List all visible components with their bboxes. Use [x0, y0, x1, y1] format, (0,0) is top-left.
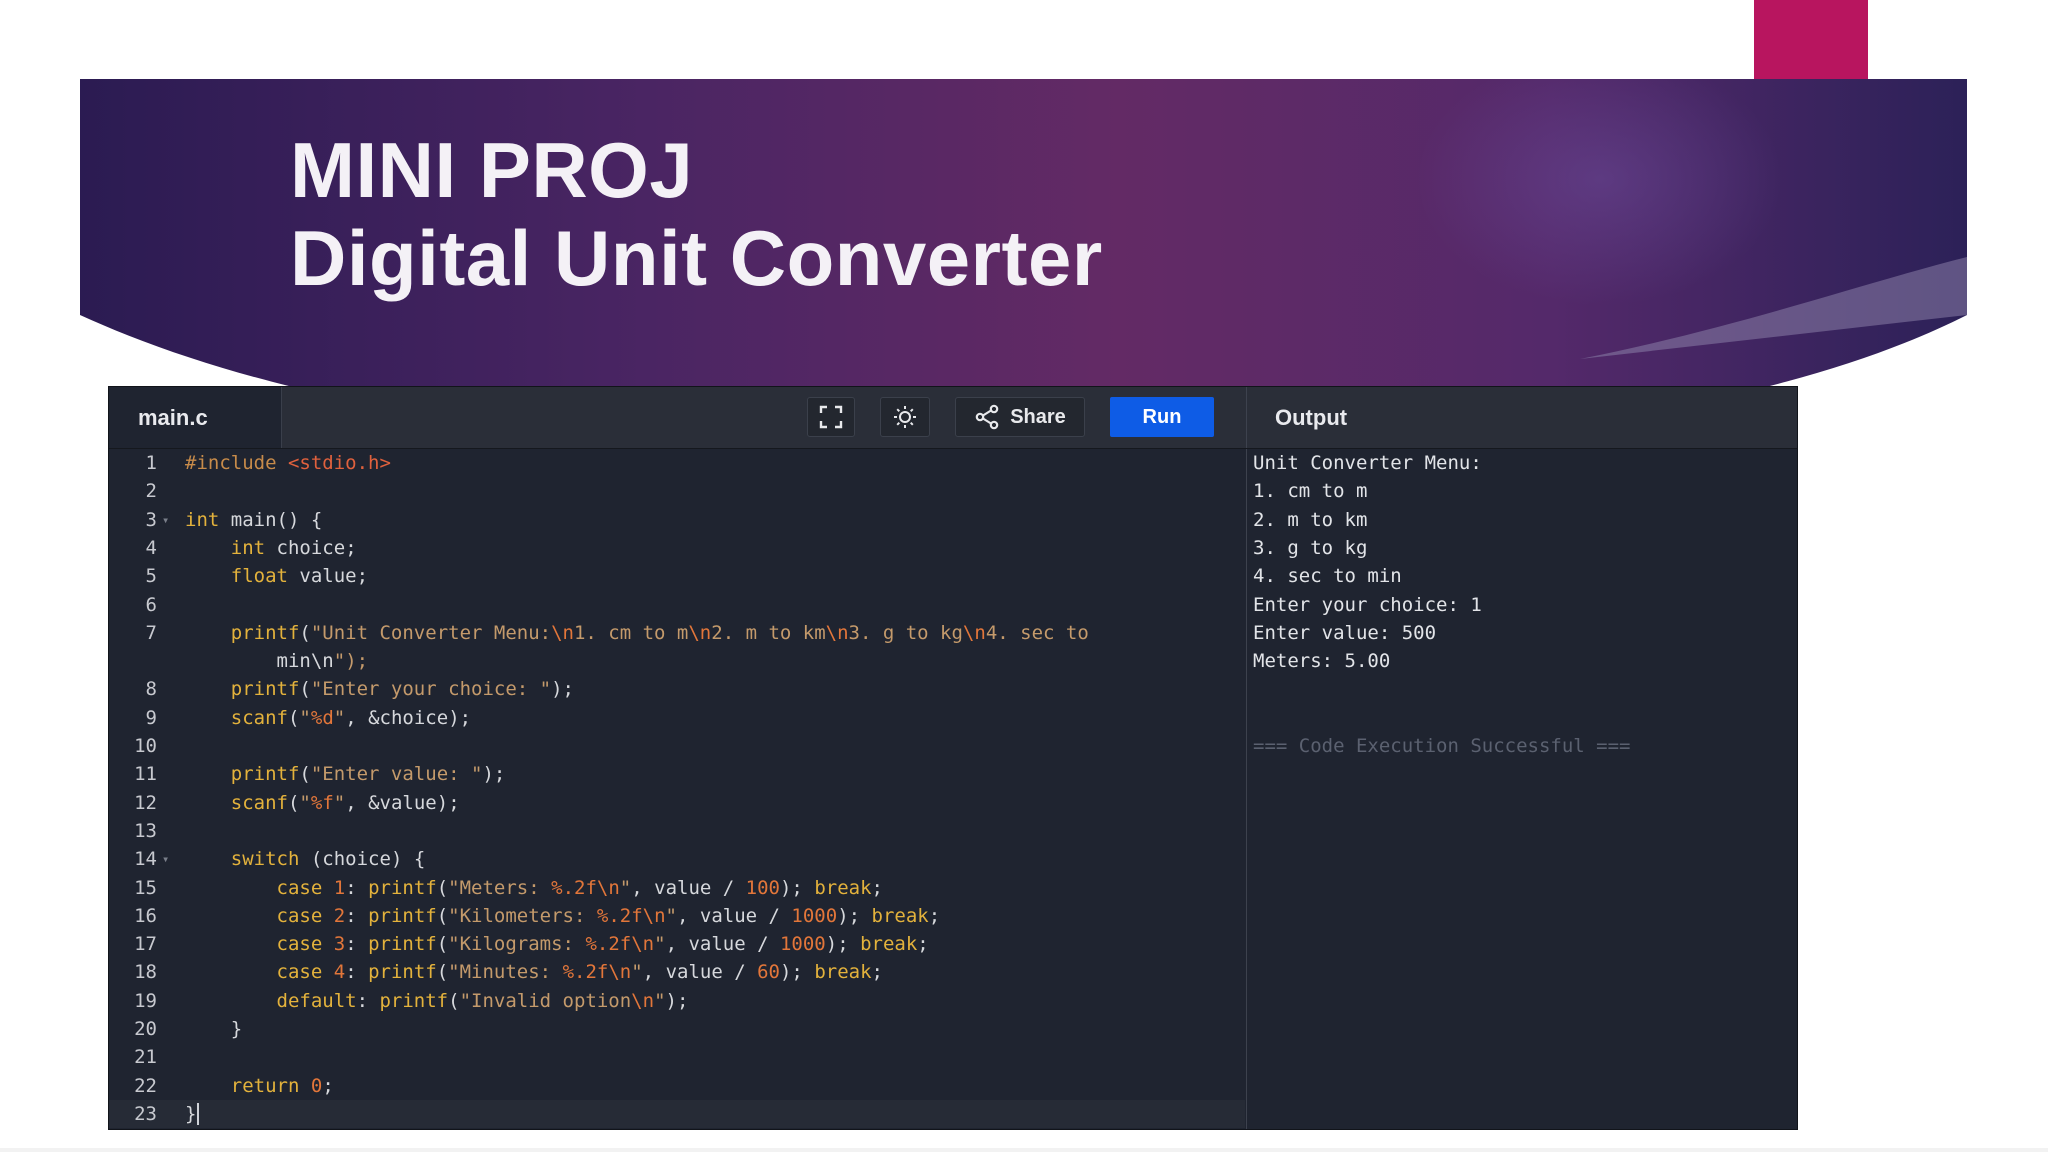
- code-line[interactable]: 21: [109, 1043, 1245, 1071]
- line-number: 3: [145, 508, 157, 531]
- slide-title-line2: Digital Unit Converter: [290, 214, 1103, 302]
- line-number: 2: [145, 480, 157, 503]
- code-line[interactable]: 10: [109, 732, 1245, 760]
- line-number: 23: [134, 1102, 157, 1125]
- code-text: float value;: [230, 565, 369, 588]
- slide-title: MINI PROJ Digital Unit Converter: [290, 126, 1103, 302]
- output-line: 3. g to kg: [1253, 536, 1368, 559]
- share-label: Share: [1010, 405, 1066, 428]
- line-number: 20: [134, 1018, 157, 1040]
- line-number: 14: [134, 848, 157, 871]
- share-icon: [975, 404, 999, 430]
- ide-toolbar: main.c Share Run Output: [109, 387, 1797, 449]
- code-line[interactable]: 16 case 2: printf("Kilometers: %.2f\n", …: [109, 902, 1245, 930]
- line-number: 19: [134, 989, 157, 1012]
- line-number: 7: [145, 621, 157, 644]
- code-line[interactable]: 22 return 0;: [109, 1072, 1245, 1100]
- code-text: printf("Enter value: ");: [230, 763, 506, 786]
- code-text: printf("Enter your choice: ");: [230, 678, 574, 701]
- file-tab-main-c[interactable]: main.c: [109, 387, 282, 448]
- line-number: 1: [145, 452, 157, 474]
- code-text: scanf("%d", &choice);: [230, 706, 472, 729]
- code-line[interactable]: 15 case 1: printf("Meters: %.2f\n", valu…: [109, 874, 1245, 902]
- line-number: 11: [134, 763, 157, 786]
- line-number: 22: [134, 1074, 157, 1097]
- line-number: 15: [134, 876, 157, 899]
- theme-toggle-button[interactable]: [880, 397, 930, 437]
- code-line[interactable]: 17 case 3: printf("Kilograms: %.2f\n", v…: [109, 930, 1245, 958]
- code-text: int main() {: [185, 508, 323, 531]
- code-text: case 1: printf("Meters: %.2f\n", value /…: [276, 876, 883, 899]
- code-line[interactable]: 13: [109, 817, 1245, 845]
- code-text: switch (choice) {: [230, 848, 426, 871]
- code-text: case 2: printf("Kilometers: %.2f\n", val…: [276, 904, 941, 927]
- code-line[interactable]: 6: [109, 591, 1245, 619]
- code-line[interactable]: 9 scanf("%d", &choice);: [109, 704, 1245, 732]
- code-text: #include <stdio.h>: [185, 452, 391, 474]
- code-line[interactable]: 3 ▾ int main() {: [109, 506, 1245, 534]
- code-text: }: [185, 1018, 243, 1040]
- code-line[interactable]: 20 }: [109, 1015, 1245, 1043]
- fullscreen-icon: [819, 405, 843, 429]
- fold-arrow-icon[interactable]: ▾: [162, 506, 169, 534]
- output-line: Meters: 5.00: [1253, 650, 1391, 673]
- line-number: 13: [134, 819, 157, 842]
- code-line[interactable]: 23}: [109, 1099, 1245, 1128]
- code-line[interactable]: 14 ▾ switch (choice) {: [109, 845, 1245, 873]
- code-line[interactable]: min\n");: [109, 647, 1245, 675]
- output-line: 1. cm to m: [1253, 480, 1368, 503]
- line-number: 16: [134, 904, 157, 927]
- line-number: 9: [145, 706, 157, 729]
- code-line[interactable]: 7 printf("Unit Converter Menu:\n1. cm to…: [109, 619, 1245, 647]
- code-line[interactable]: 1 #include <stdio.h>: [109, 449, 1245, 477]
- output-line: 4. sec to min: [1253, 565, 1402, 588]
- code-line[interactable]: 19 default: printf("Invalid option\n");: [109, 987, 1245, 1015]
- code-text: default: printf("Invalid option\n");: [276, 989, 689, 1012]
- line-number: 12: [134, 791, 157, 814]
- output-console: Unit Converter Menu: 1. cm to m 2. m to km…: [1246, 449, 1797, 1129]
- ide-window: main.c Share Run Output 1 #include <stdio…: [108, 386, 1798, 1130]
- output-line: 2. m to km: [1253, 508, 1368, 531]
- sun-icon: [894, 406, 916, 428]
- line-number: 6: [145, 593, 157, 616]
- code-text: }: [185, 1100, 200, 1128]
- line-number: 18: [134, 961, 157, 984]
- line-number: 5: [145, 565, 157, 588]
- slide-title-line1: MINI PROJ: [290, 126, 694, 214]
- code-editor[interactable]: 1 #include <stdio.h> 2 3 ▾ int main() {4 int …: [109, 449, 1245, 1129]
- code-text: int choice;: [230, 536, 357, 559]
- code-text: case 3: printf("Kilograms: %.2f\n", valu…: [276, 933, 929, 956]
- share-button[interactable]: Share: [955, 397, 1085, 437]
- code-text: case 4: printf("Minutes: %.2f\n", value …: [276, 961, 883, 984]
- line-number: 8: [145, 678, 157, 701]
- line-number: 4: [145, 536, 157, 559]
- code-line[interactable]: 18 case 4: printf("Minutes: %.2f\n", val…: [109, 958, 1245, 986]
- code-text: scanf("%f", &value);: [230, 791, 460, 814]
- code-text: min\n");: [276, 650, 369, 673]
- output-line: Enter value: 500: [1253, 621, 1437, 644]
- code-line[interactable]: 4 int choice;: [109, 534, 1245, 562]
- line-number: 21: [134, 1046, 157, 1069]
- fullscreen-button[interactable]: [807, 397, 855, 437]
- output-line: Enter your choice: 1: [1253, 593, 1482, 616]
- slide-bottom-border: [0, 1148, 2048, 1152]
- code-line[interactable]: 5 float value;: [109, 562, 1245, 590]
- code-line[interactable]: 12 scanf("%f", &value);: [109, 789, 1245, 817]
- run-button[interactable]: Run: [1110, 397, 1214, 437]
- line-number: 17: [134, 933, 157, 956]
- output-title: Output: [1246, 387, 1797, 448]
- code-text: printf("Unit Converter Menu:\n1. cm to m…: [230, 621, 1089, 644]
- fold-arrow-icon[interactable]: ▾: [162, 845, 169, 873]
- code-text: return 0;: [230, 1074, 334, 1097]
- code-line[interactable]: 11 printf("Enter value: ");: [109, 760, 1245, 788]
- code-line[interactable]: 8 printf("Enter your choice: ");: [109, 675, 1245, 703]
- execution-status: === Code Execution Successful ===: [1253, 735, 1631, 757]
- code-line[interactable]: 2: [109, 477, 1245, 505]
- line-number: 10: [134, 735, 157, 757]
- output-line: Unit Converter Menu:: [1253, 452, 1482, 474]
- text-cursor: [197, 1102, 200, 1125]
